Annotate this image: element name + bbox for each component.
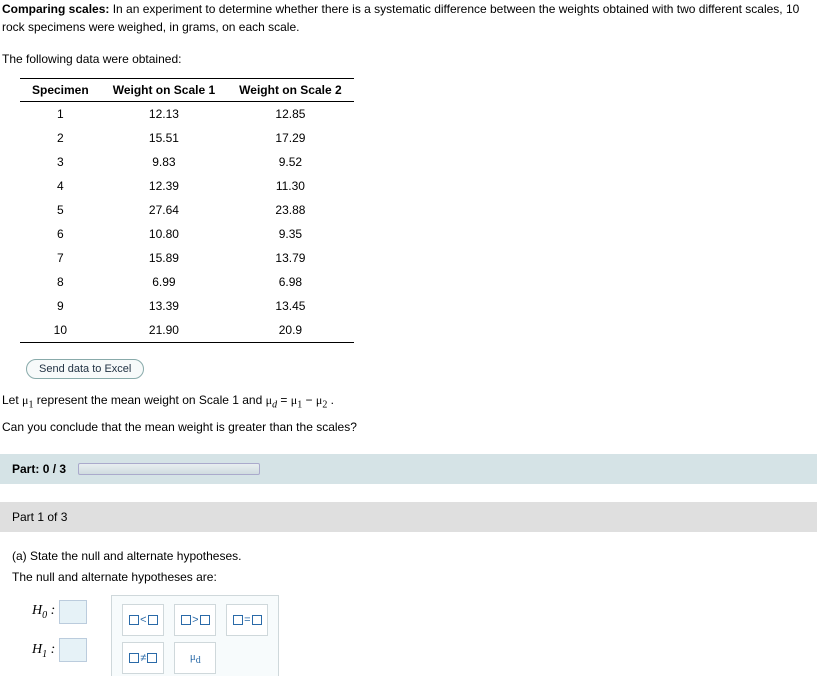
table-row: 112.1312.85: [20, 102, 354, 127]
palette-lt-button[interactable]: <: [122, 604, 164, 636]
part-a-line: (a) State the null and alternate hypothe…: [12, 546, 815, 566]
symbol-palette: < > = ≠ μd: [111, 595, 279, 676]
h1-input[interactable]: [59, 638, 87, 662]
table-row: 412.3911.30: [20, 174, 354, 198]
table-row: 527.6423.88: [20, 198, 354, 222]
intro-following: The following data were obtained:: [0, 40, 817, 72]
question-line: Can you conclude that the mean weight is…: [0, 410, 817, 434]
th-scale1: Weight on Scale 1: [101, 79, 227, 102]
palette-gt-button[interactable]: >: [174, 604, 216, 636]
part-a-subline: The null and alternate hypotheses are:: [12, 567, 815, 587]
let-line: Let μ1 represent the mean weight on Scal…: [0, 379, 817, 410]
progress-bar: [78, 463, 260, 475]
table-row: 715.8913.79: [20, 246, 354, 270]
table-row: 215.5117.29: [20, 126, 354, 150]
progress-row: Part: 0 / 3: [0, 454, 817, 484]
part-header: Part 1 of 3: [0, 502, 817, 532]
th-specimen: Specimen: [20, 79, 101, 102]
intro-rest: In an experiment to determine whether th…: [2, 2, 799, 34]
th-scale2: Weight on Scale 2: [227, 79, 353, 102]
palette-eq-button[interactable]: =: [226, 604, 268, 636]
intro-block: Comparing scales: In an experiment to de…: [0, 0, 817, 40]
table-row: 913.3913.45: [20, 294, 354, 318]
h0-input[interactable]: [59, 600, 87, 624]
send-to-excel-button[interactable]: Send data to Excel: [26, 359, 144, 379]
table-row: 86.996.98: [20, 270, 354, 294]
table-row: 1021.9020.9: [20, 318, 354, 343]
palette-mud-button[interactable]: μd: [174, 642, 216, 674]
data-table: Specimen Weight on Scale 1 Weight on Sca…: [20, 78, 354, 343]
hypothesis-labels: H0 : H1 :: [32, 595, 87, 663]
intro-bold: Comparing scales:: [2, 2, 109, 16]
table-row: 39.839.52: [20, 150, 354, 174]
table-row: 610.809.35: [20, 222, 354, 246]
progress-label: Part: 0 / 3: [12, 462, 66, 476]
part-body: (a) State the null and alternate hypothe…: [0, 532, 817, 676]
palette-ne-button[interactable]: ≠: [122, 642, 164, 674]
